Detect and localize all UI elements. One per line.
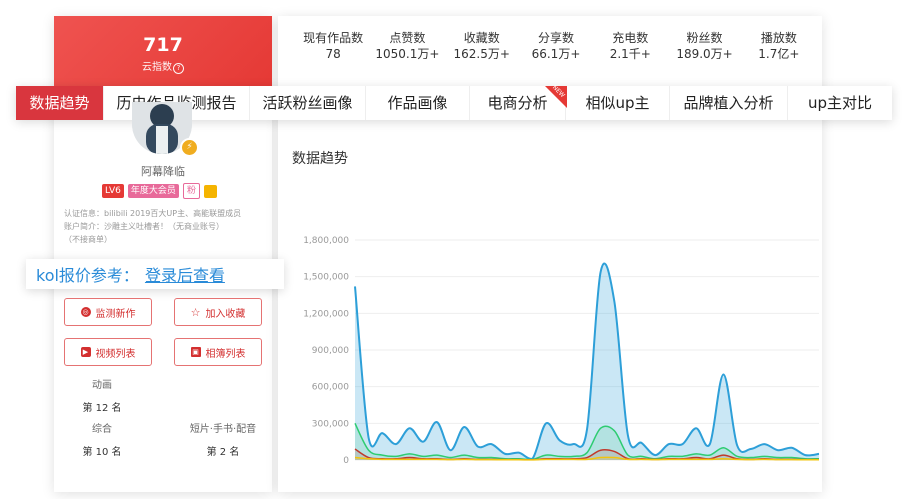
folder-icon[interactable] — [203, 184, 217, 198]
trend-chart: 1,800,000 1,500,000 1,200,000 900,000 600,00… — [303, 236, 820, 466]
y-tick-label: 0 — [343, 456, 349, 466]
tab-brand-placement[interactable]: 品牌植入分析 — [670, 86, 788, 120]
tab-ecommerce-label: 电商分析 — [487, 94, 548, 112]
stat-plays: 播放数 1.7亿+ — [758, 31, 800, 61]
cloud-index-box: 717 云指数? — [54, 16, 272, 88]
stats-row: 现有作品数 78 点赞数 1050.1万+ 收藏数 162.5万+ 分享数 66.1万+… — [296, 30, 816, 66]
kol-label: kol报价参考： — [36, 266, 139, 285]
y-tick-label: 1,200,000 — [303, 309, 349, 319]
add-favorite-button[interactable]: ☆ 加入收藏 — [174, 298, 262, 326]
stat-favorites: 收藏数 162.5万+ — [453, 31, 510, 61]
kol-price-panel: kol报价参考： 登录后查看 — [26, 259, 284, 289]
cloud-index-value: 717 — [143, 34, 183, 56]
level-badge: LV6 — [102, 184, 124, 198]
y-tick-label: 1,800,000 — [303, 236, 349, 246]
y-tick-label: 300,000 — [312, 419, 349, 429]
star-icon: ☆ — [190, 305, 201, 319]
stat-charges: 充电数 2.1千+ — [609, 31, 651, 61]
rank-anime: 动画 第 12 名 — [72, 376, 132, 414]
stat-likes: 点赞数 1050.1万+ — [375, 31, 440, 61]
vip-badge: 年度大会员 — [127, 184, 179, 198]
rank-value: 第 12 名 — [82, 403, 122, 414]
help-icon[interactable]: ? — [173, 63, 184, 74]
rank-general: 综合 第 10 名 — [72, 420, 132, 458]
image-icon: ▣ — [190, 347, 201, 357]
stat-fans: 粉丝数 189.0万+ — [676, 31, 733, 61]
stat-shares: 分享数 66.1万+ — [531, 31, 581, 61]
rank-value: 第 2 名 — [206, 447, 240, 458]
fan-badge: 粉 — [182, 183, 200, 199]
tab-similar-up[interactable]: 相似up主 — [566, 86, 670, 120]
tab-up-compare[interactable]: up主对比 — [788, 86, 892, 120]
lightning-icon: ⚡ — [180, 138, 199, 157]
target-icon: ◎ — [80, 307, 91, 317]
tab-active-fans[interactable]: 活跃粉丝画像 — [250, 86, 366, 120]
cert-line: 认证信息：bilibili 2019百大UP主、高能联盟成员 — [64, 209, 242, 218]
video-list-button[interactable]: ▶ 视频列表 — [64, 338, 152, 366]
rank-category: 短片·手书·配音 — [189, 424, 257, 435]
play-icon: ▶ — [80, 347, 91, 357]
album-list-button[interactable]: ▣ 相簿列表 — [174, 338, 262, 366]
stat-works: 现有作品数 78 — [303, 31, 364, 61]
tab-data-trend[interactable]: 数据趋势 — [16, 86, 104, 120]
login-link[interactable]: 登录后查看 — [145, 262, 225, 286]
cloud-index-label[interactable]: 云指数? — [54, 58, 272, 74]
series-line-0 — [354, 262, 820, 460]
username: 阿幕降临 — [141, 165, 185, 178]
badge-row: LV6 年度大会员 粉 — [102, 183, 217, 199]
tab-work-portrait[interactable]: 作品画像 — [366, 86, 470, 120]
rank-category: 动画 — [92, 380, 112, 391]
chart-title: 数据趋势 — [292, 151, 348, 167]
monitor-new-button[interactable]: ◎ 监测新作 — [64, 298, 152, 326]
y-tick-label: 900,000 — [312, 346, 349, 356]
bio-line-note: （不接商单） — [64, 235, 112, 244]
bio-line: 账户简介：沙雕主义吐槽者！（无商业账号） — [64, 222, 224, 231]
tab-ecommerce[interactable]: 电商分析 NEW — [470, 84, 567, 120]
rank-category: 综合 — [92, 424, 112, 435]
rank-value: 第 10 名 — [82, 447, 122, 458]
rank-shorts: 短片·手书·配音 第 2 名 — [186, 420, 260, 458]
y-tick-label: 1,500,000 — [303, 273, 349, 283]
cert-info: 认证信息：bilibili 2019百大UP主、高能联盟成员 账户简介：沙雕主义… — [64, 207, 264, 246]
y-tick-label: 600,000 — [312, 383, 349, 393]
